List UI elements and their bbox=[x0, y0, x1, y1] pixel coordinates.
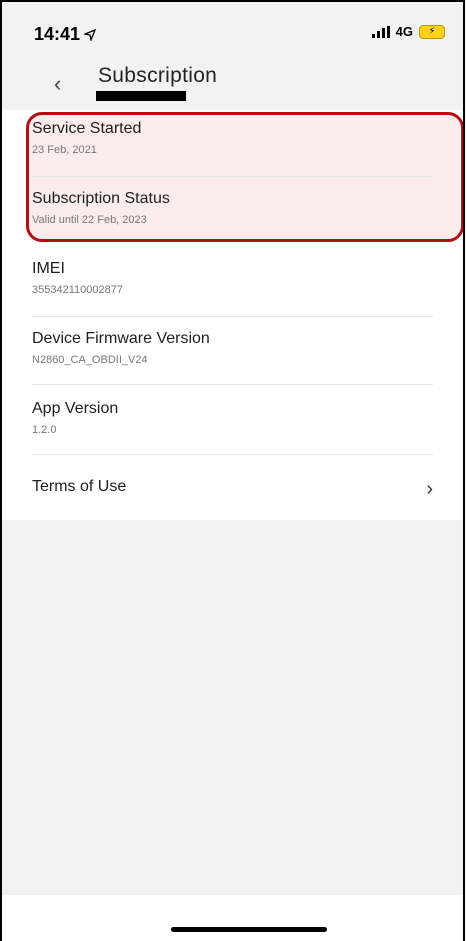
home-area bbox=[2, 895, 463, 941]
redaction-bar bbox=[96, 91, 186, 101]
status-indicators: 4G ⚡ bbox=[371, 24, 445, 39]
location-arrow-icon bbox=[84, 28, 97, 41]
row-label: App Version bbox=[32, 400, 119, 417]
row-label: IMEI bbox=[32, 260, 65, 277]
chevron-left-icon[interactable]: ‹ bbox=[54, 73, 74, 95]
page-title: Subscription bbox=[98, 64, 218, 87]
row-value: Valid until 22 Feb, 2023 bbox=[32, 214, 147, 226]
network-label: 4G bbox=[395, 24, 413, 39]
row-value: 23 Feb, 2021 bbox=[32, 144, 97, 156]
list-item-subscription-status: Subscription Status Valid until 22 Feb, … bbox=[32, 190, 433, 236]
home-indicator[interactable] bbox=[171, 927, 327, 932]
list-item-firmware: Device Firmware Version N2860_CA_OBDII_V… bbox=[32, 330, 433, 385]
row-label: Subscription Status bbox=[32, 190, 170, 207]
time-text: 14:41 bbox=[34, 24, 81, 44]
phone-screen: 14:41 4G ⚡ ‹ Subscription Service Starte… bbox=[0, 0, 465, 941]
row-value: 355342110002877 bbox=[32, 284, 123, 296]
row-label: Service Started bbox=[32, 120, 142, 137]
battery-charging-icon: ⚡ bbox=[419, 24, 445, 39]
status-bar: 14:41 4G ⚡ bbox=[2, 2, 463, 58]
chevron-right-icon: › bbox=[426, 478, 433, 500]
list-item-app-version: App Version 1.2.0 bbox=[32, 400, 433, 455]
list-item-service-started: Service Started 23 Feb, 2021 bbox=[32, 120, 433, 177]
row-label: Device Firmware Version bbox=[32, 330, 210, 347]
list-item-terms-of-use[interactable]: Terms of Use › bbox=[32, 478, 433, 508]
status-time: 14:41 bbox=[34, 24, 97, 45]
signal-bars-icon bbox=[371, 25, 390, 38]
nav-bar: ‹ Subscription bbox=[2, 58, 463, 110]
row-label: Terms of Use bbox=[32, 478, 127, 495]
row-value: 1.2.0 bbox=[32, 424, 57, 436]
row-value: N2860_CA_OBDII_V24 bbox=[32, 354, 148, 366]
list-item-imei: IMEI 355342110002877 bbox=[32, 260, 433, 317]
